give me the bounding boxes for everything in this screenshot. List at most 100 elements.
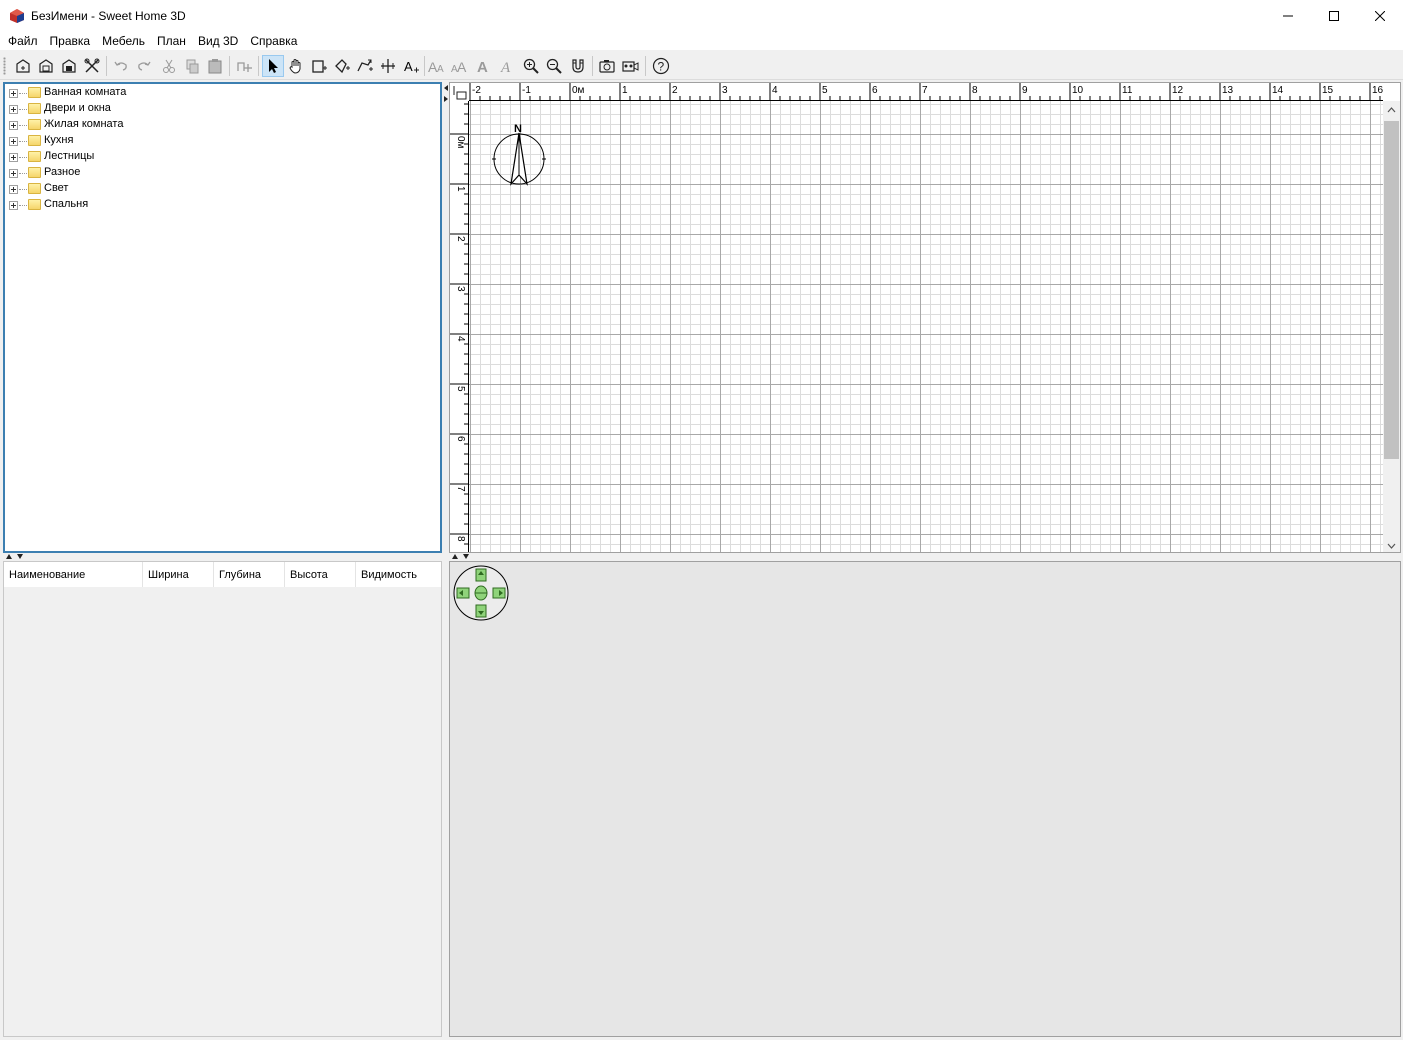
add-text-button[interactable]: A <box>400 55 422 77</box>
magnetism-button[interactable] <box>567 55 589 77</box>
expand-icon[interactable] <box>9 185 18 194</box>
pan-mode-button[interactable] <box>285 55 307 77</box>
bold-text-button[interactable]: A <box>472 55 494 77</box>
undo-button[interactable] <box>110 55 132 77</box>
redo-icon <box>138 61 151 71</box>
video-button[interactable] <box>619 55 641 77</box>
save-button[interactable] <box>58 55 80 77</box>
ruler-label: 15 <box>1322 85 1334 96</box>
menu-plan[interactable]: План <box>151 31 192 51</box>
toolbar-grip[interactable] <box>3 57 6 75</box>
compass-icon[interactable]: N <box>492 121 550 189</box>
increase-text-icon: AA <box>428 59 444 75</box>
chevron-down-icon <box>1387 543 1396 549</box>
split-toggle-icon[interactable] <box>451 553 475 560</box>
expand-icon[interactable] <box>9 201 18 210</box>
increase-text-button[interactable]: AA <box>426 55 448 77</box>
open-button[interactable] <box>35 55 57 77</box>
split-toggle-icon[interactable] <box>5 553 29 560</box>
ruler-label: 7 <box>922 85 928 96</box>
preferences-button[interactable] <box>81 55 103 77</box>
plan-grid[interactable]: N <box>469 101 1383 552</box>
paste-icon <box>208 59 222 74</box>
cut-button[interactable] <box>158 55 180 77</box>
column-header-name[interactable]: Наименование <box>4 562 143 587</box>
video-icon <box>622 61 639 72</box>
paste-button[interactable] <box>204 55 226 77</box>
minimize-button[interactable] <box>1265 0 1311 31</box>
3d-view[interactable] <box>449 561 1401 1037</box>
help-button[interactable]: ? <box>650 55 672 77</box>
ruler-label: 11 <box>1122 85 1133 96</box>
table-header: Наименование Ширина Глубина Высота Видим… <box>4 562 441 587</box>
ruler-label: 0м <box>455 136 466 149</box>
ruler-label: -1 <box>522 85 531 96</box>
redo-button[interactable] <box>133 55 155 77</box>
plan-vertical-scrollbar[interactable] <box>1383 101 1400 552</box>
furniture-table[interactable]: Наименование Ширина Глубина Высота Видим… <box>3 561 442 1037</box>
add-furniture-button[interactable] <box>233 55 255 77</box>
arrow-cursor-icon <box>269 59 278 73</box>
expand-icon[interactable] <box>9 137 18 146</box>
ruler-label: 8 <box>972 85 978 96</box>
close-button[interactable] <box>1357 0 1403 31</box>
column-header-width[interactable]: Ширина <box>143 562 214 587</box>
create-polylines-button[interactable] <box>354 55 376 77</box>
ruler-label: 13 <box>1222 85 1234 96</box>
create-dimensions-icon <box>381 59 395 73</box>
scroll-down-button[interactable] <box>1383 537 1400 552</box>
expand-icon[interactable] <box>9 121 18 130</box>
ruler-unit-icon <box>453 86 467 100</box>
expand-icon[interactable] <box>9 153 18 162</box>
create-walls-icon <box>312 60 327 73</box>
create-dimensions-button[interactable] <box>377 55 399 77</box>
scroll-thumb[interactable] <box>1384 121 1399 459</box>
column-header-visibility[interactable]: Видимость <box>356 562 441 587</box>
italic-text-button[interactable]: A <box>495 55 517 77</box>
zoom-in-icon <box>523 58 539 74</box>
folder-icon <box>28 119 41 130</box>
decrease-text-button[interactable]: AA <box>449 55 471 77</box>
zoom-out-button[interactable] <box>543 55 565 77</box>
plan-view[interactable]: -2 -1 0м 1 2 3 4 5 6 7 8 9 10 11 12 13 14 15 16 0м 1 2 3 4 5 6 7 8… <box>449 82 1401 553</box>
copy-button[interactable] <box>181 55 203 77</box>
app-logo-icon <box>10 8 24 23</box>
create-rooms-button[interactable] <box>331 55 353 77</box>
expand-icon[interactable] <box>9 105 18 114</box>
hand-icon <box>289 59 301 74</box>
furniture-catalog-tree[interactable]: Ванная комната Двери и окна Жилая комнат… <box>3 82 442 553</box>
compass-north-label: N <box>514 123 522 135</box>
select-mode-button[interactable] <box>262 55 284 77</box>
menu-furniture[interactable]: Мебель <box>96 31 151 51</box>
create-walls-button[interactable] <box>308 55 330 77</box>
ruler-label: 6 <box>872 85 878 96</box>
navigation-arrows-icon[interactable] <box>453 565 509 621</box>
expand-icon[interactable] <box>9 89 18 98</box>
menu-help[interactable]: Справка <box>244 31 303 51</box>
scroll-up-button[interactable] <box>1383 101 1400 118</box>
ruler-label: 10 <box>1072 85 1084 96</box>
window-title: БезИмени - Sweet Home 3D <box>31 8 186 23</box>
menu-file[interactable]: Файл <box>2 31 44 51</box>
svg-text:A: A <box>457 59 467 75</box>
ruler-label: 1 <box>455 186 466 192</box>
photo-button[interactable] <box>596 55 618 77</box>
ruler-label: 2 <box>455 236 466 242</box>
menu-edit[interactable]: Правка <box>44 31 97 51</box>
menu-3d-view[interactable]: Вид 3D <box>192 31 244 51</box>
add-text-icon: A <box>404 59 419 74</box>
ruler-corner <box>450 83 469 101</box>
new-home-icon <box>16 59 30 73</box>
column-header-depth[interactable]: Глубина <box>214 562 285 587</box>
zoom-in-button[interactable] <box>520 55 542 77</box>
new-home-button[interactable] <box>12 55 34 77</box>
ruler-label: 2 <box>672 85 678 96</box>
ruler-label: 4 <box>455 336 466 342</box>
cut-icon <box>163 59 175 73</box>
maximize-button[interactable] <box>1311 0 1357 31</box>
expand-icon[interactable] <box>9 169 18 178</box>
column-header-height[interactable]: Высота <box>285 562 356 587</box>
camera-icon <box>599 60 615 73</box>
undo-icon <box>114 61 127 71</box>
folder-icon <box>28 199 41 210</box>
